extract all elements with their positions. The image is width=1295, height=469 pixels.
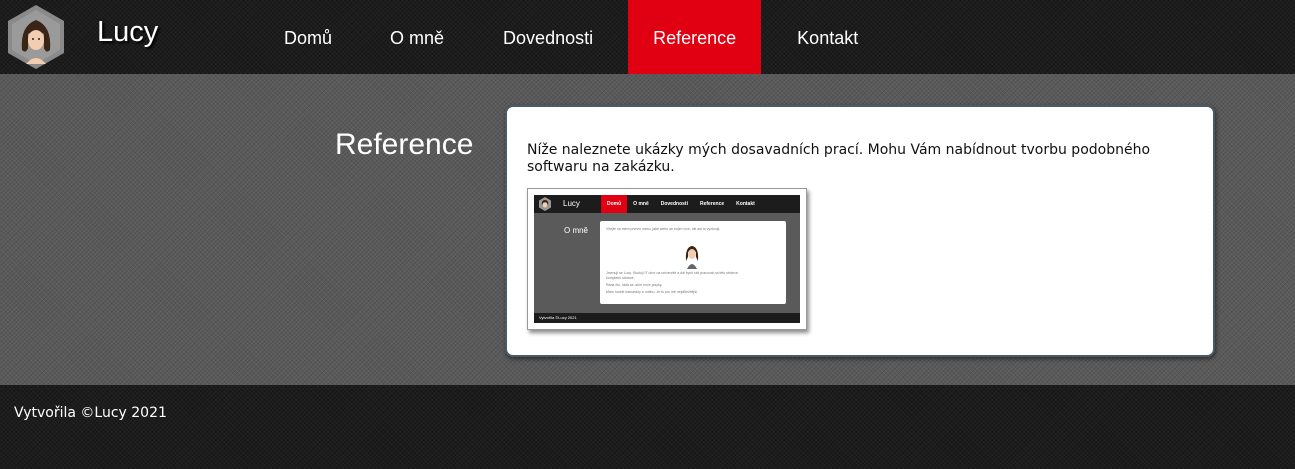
thumbnail-line: Mám hodné kamarády a rodinu. Je to pro m… xyxy=(606,290,699,294)
intro-text: Níže naleznete ukázky mých dosavadních p… xyxy=(527,142,1151,175)
thumbnail-footer: Vytvořila ©Lucy 2021 xyxy=(534,313,800,323)
thumbnail-screenshot: Lucy Domů O mně Dovednosti Reference Kon… xyxy=(534,195,800,323)
thumbnail-avatar-icon xyxy=(539,197,551,211)
thumbnail-footer-text: Vytvořila ©Lucy 2021 xyxy=(539,315,577,320)
nav-item-o-mne[interactable]: O mně xyxy=(356,0,473,74)
thumbnail-line: Vítejte na mém prvním webu, jaké webu se… xyxy=(606,227,721,231)
thumbnail-header: Lucy Domů O mně Dovednosti Reference Kon… xyxy=(534,195,800,213)
thumbnail-girl-icon xyxy=(685,246,699,269)
thumbnail-line: Jmenuji se Lucy. Studuji IT obor na univ… xyxy=(606,271,739,275)
thumbnail-line: kompletní stránce. xyxy=(606,276,635,280)
nav-item-kontakt[interactable]: Kontakt xyxy=(761,0,894,74)
reference-thumbnail[interactable]: Lucy Domů O mně Dovednosti Reference Kon… xyxy=(527,188,807,330)
thumbnail-line: Ráda čtu, ráda se učím nové jazyky. xyxy=(606,283,663,287)
thumbnail-nav: Domů O mně Dovednosti Reference Kontakt xyxy=(601,195,761,213)
site-header: Lucy Domů O mně Dovednosti Reference Kon… xyxy=(0,0,1295,74)
site-brand[interactable]: Lucy xyxy=(97,16,158,49)
page-title: Reference xyxy=(335,128,474,161)
thumbnail-title: O mně xyxy=(564,226,589,235)
footer-copyright: Vytvořila ©Lucy 2021 xyxy=(14,405,167,421)
thumbnail-nav-item: Reference xyxy=(699,201,725,207)
thumbnail-nav-item: Dovednosti xyxy=(660,201,688,207)
thumbnail-nav-item: Kontakt xyxy=(736,201,755,207)
avatar-hexagon-icon[interactable] xyxy=(6,4,66,70)
nav-item-dovednosti[interactable]: Dovednosti xyxy=(473,0,628,74)
thumbnail-card: Vítejte na mém prvním webu, jaké webu se… xyxy=(600,221,786,304)
reference-card: Níže naleznete ukázky mých dosavadních p… xyxy=(505,105,1215,357)
nav-item-domu[interactable]: Domů xyxy=(260,0,356,74)
site-footer: Vytvořila ©Lucy 2021 xyxy=(0,385,1295,469)
thumbnail-nav-item: O mně xyxy=(633,201,649,207)
nav-item-reference[interactable]: Reference xyxy=(628,0,762,74)
thumbnail-brand: Lucy xyxy=(563,199,580,208)
main-nav: Domů O mně Dovednosti Reference Kontakt xyxy=(260,0,894,74)
main-section: Reference Níže naleznete ukázky mých dos… xyxy=(0,74,1295,385)
thumbnail-nav-item: Domů xyxy=(601,195,628,213)
